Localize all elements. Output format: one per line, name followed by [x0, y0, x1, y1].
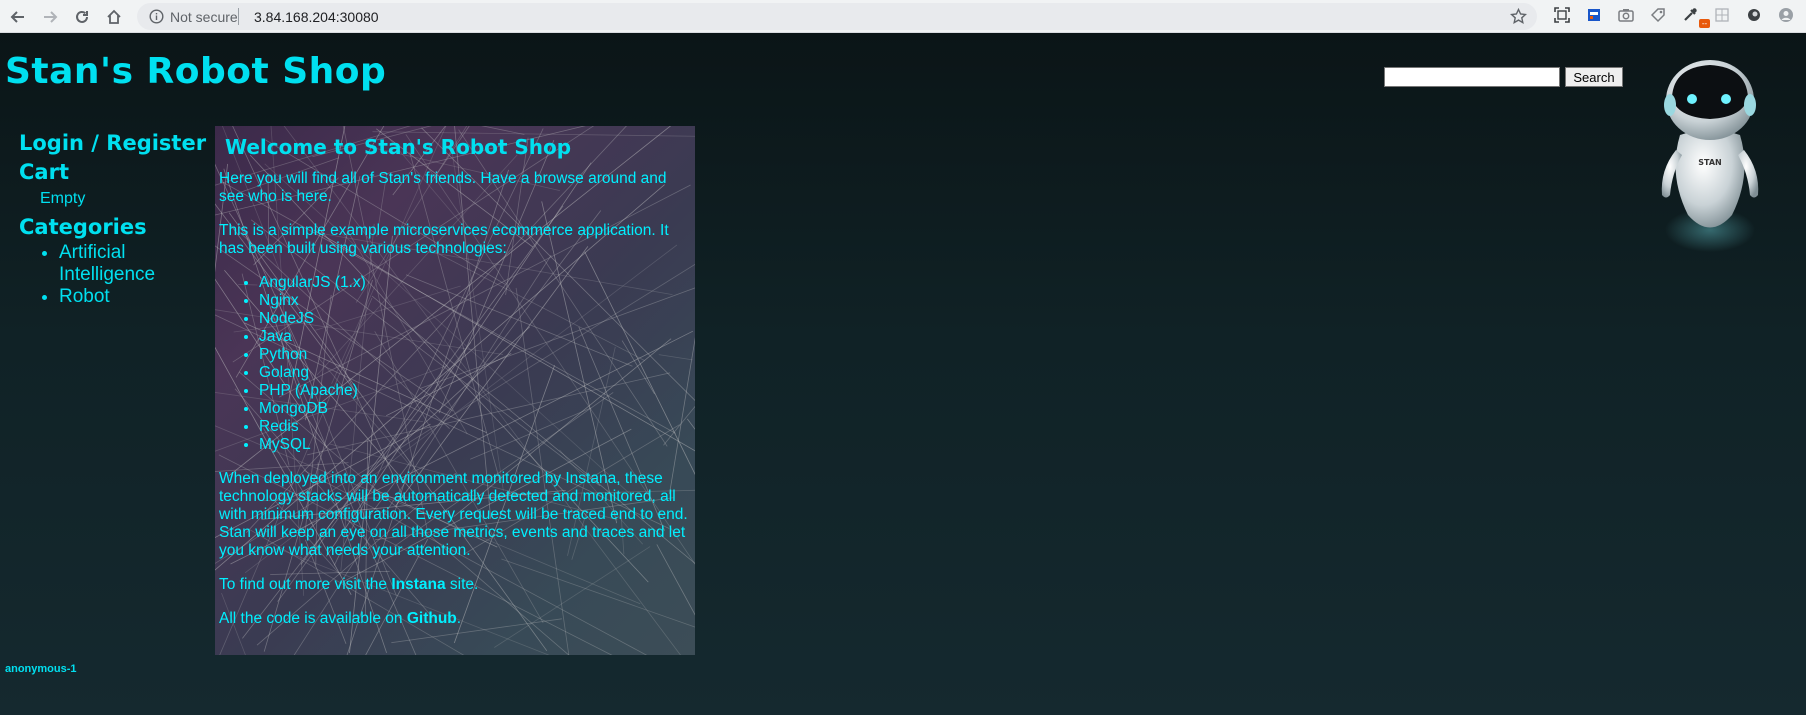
technology-item: Golang	[259, 364, 691, 382]
intro-text: Here you will find all of Stan's friends…	[219, 170, 667, 205]
shop-page: Stan's Robot Shop Search STAN Login / Re…	[0, 33, 1806, 715]
technology-item: MySQL	[259, 436, 691, 454]
technology-item: Python	[259, 346, 691, 364]
welcome-title: Welcome to Stan's Robot Shop	[225, 135, 572, 159]
reload-icon[interactable]	[69, 4, 95, 30]
code-available-text: All the code is available on Github.	[219, 610, 691, 628]
info-icon[interactable]	[149, 9, 164, 24]
categories-list: Artificial Intelligence Robot	[19, 242, 209, 308]
extension-grid-icon[interactable]	[1713, 6, 1731, 24]
description-text: This is a simple example microservices e…	[219, 222, 669, 257]
current-user-label: anonymous-1	[5, 663, 77, 675]
stan-robot-mascot: STAN	[1661, 60, 1759, 252]
find-out-suffix: site.	[445, 576, 479, 593]
extension-calendar-icon[interactable]	[1585, 6, 1603, 24]
technology-item: Nginx	[259, 292, 691, 310]
forward-icon[interactable]	[37, 4, 63, 30]
github-link[interactable]: Github	[407, 610, 457, 627]
eyedropper-icon[interactable]	[1681, 6, 1699, 24]
code-prefix: All the code is available on	[219, 610, 407, 627]
technology-item: Java	[259, 328, 691, 346]
profile-avatar-icon[interactable]	[1777, 6, 1795, 24]
extension-badge: --	[1699, 19, 1710, 28]
cart-status: Empty	[40, 190, 86, 207]
instana-link[interactable]: Instana	[391, 576, 445, 593]
find-out-prefix: To find out more visit the	[219, 576, 392, 593]
sidebar: Login / Register Cart Empty Categories A…	[19, 129, 209, 308]
browser-toolbar: Not secure 3.84.168.204:30080 --	[0, 0, 1806, 33]
search-input[interactable]	[1384, 67, 1560, 87]
find-out-more-text: To find out more visit the Instana site.	[219, 576, 691, 594]
technology-item: PHP (Apache)	[259, 382, 691, 400]
mascot-label: STAN	[1698, 158, 1721, 167]
tag-icon[interactable]	[1649, 6, 1667, 24]
monitoring-text: When deployed into an environment monito…	[219, 470, 688, 559]
cart-link[interactable]: Cart	[19, 158, 209, 187]
welcome-panel: Welcome to Stan's Robot Shop Here you wi…	[215, 126, 695, 655]
security-label: Not secure	[170, 9, 238, 25]
code-suffix: .	[456, 610, 462, 627]
screenshot-frame-icon[interactable]	[1553, 6, 1571, 24]
category-robot[interactable]: Robot	[59, 286, 179, 308]
url-divider	[238, 8, 239, 25]
url-text[interactable]: 3.84.168.204:30080	[254, 9, 379, 25]
login-register-link[interactable]: Login / Register	[19, 129, 209, 158]
search-button[interactable]: Search	[1565, 67, 1623, 87]
technology-item: Redis	[259, 418, 691, 436]
technology-item: MongoDB	[259, 400, 691, 418]
technology-item: NodeJS	[259, 310, 691, 328]
site-title[interactable]: Stan's Robot Shop	[5, 51, 386, 92]
camera-icon[interactable]	[1617, 6, 1635, 24]
categories-heading: Categories	[19, 215, 147, 239]
address-bar[interactable]: Not secure 3.84.168.204:30080	[137, 3, 1537, 30]
bookmark-star-icon[interactable]	[1510, 8, 1527, 25]
home-icon[interactable]	[101, 4, 127, 30]
technology-item: AngularJS (1.x)	[259, 274, 691, 292]
category-artificial-intelligence[interactable]: Artificial Intelligence	[59, 242, 179, 286]
technology-list: AngularJS (1.x) Nginx NodeJS Java Python…	[219, 274, 691, 454]
extension-circle-icon[interactable]	[1745, 6, 1763, 24]
back-icon[interactable]	[5, 4, 31, 30]
